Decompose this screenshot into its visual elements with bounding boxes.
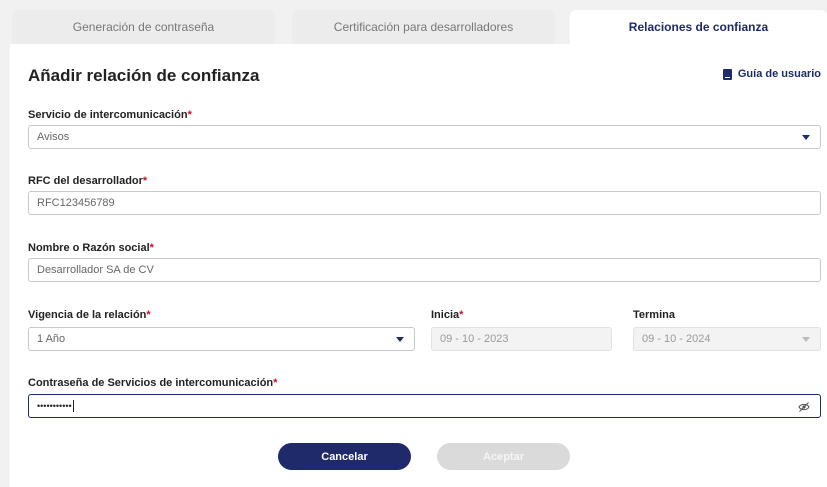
name-label: Nombre o Razón social* [28,242,154,254]
validity-select[interactable]: 1 Año [28,327,415,351]
book-icon [722,68,732,80]
required-mark: * [149,242,154,254]
accept-button[interactable]: Aceptar [437,443,570,470]
required-mark: * [142,175,148,187]
rfc-input[interactable]: RFC123456789 [28,191,821,215]
tab-label: Generación de contraseña [72,20,215,34]
validity-label: Vigencia de la relación* [28,309,151,321]
end-date-select: 09 - 10 - 2024 [633,327,821,351]
password-label: Contraseña de Servicios de intercomunica… [28,377,278,389]
user-guide-link[interactable]: Guía de usuario [722,68,821,80]
name-value: Desarrollador SA de CV [37,264,154,276]
password-input[interactable]: ••••••••••• [28,394,821,418]
service-label: Servicio de intercomunicación* [28,109,192,121]
tab-label: Relaciones de confianza [628,20,769,34]
page-title: Añadir relación de confianza [28,66,260,85]
rfc-value: RFC123456789 [37,197,115,209]
required-mark: * [459,309,464,321]
tab-label: Certificación para desarrolladores [333,20,514,34]
tab-trust-relationships[interactable]: Relaciones de confianza [570,10,827,44]
form-panel: Añadir relación de confianza Guía de usu… [10,44,827,487]
chevron-down-icon [802,135,810,140]
service-value: Avisos [37,131,70,143]
user-guide-label: Guía de usuario [737,68,821,80]
service-select[interactable]: Avisos [28,125,821,149]
end-date-value: 09 - 10 - 2024 [642,333,711,345]
end-label: Termina [633,309,675,321]
start-date-field: 09 - 10 - 2023 [431,327,612,351]
password-value: ••••••••••• [37,401,72,411]
start-date-value: 09 - 10 - 2023 [440,333,509,345]
cancel-button[interactable]: Cancelar [278,443,411,470]
chevron-down-icon [396,337,404,342]
tab-bar: Generación de contraseña Certificación p… [0,0,827,44]
eye-off-icon[interactable] [798,401,810,413]
required-mark: * [146,309,151,321]
required-mark: * [187,109,192,121]
required-mark: * [273,377,278,389]
cancel-label: Cancelar [321,450,368,463]
rfc-label: RFC del desarrollador* [28,175,148,187]
tab-developer-certification[interactable]: Certificación para desarrolladores [292,10,555,44]
tab-password-generation[interactable]: Generación de contraseña [12,10,275,44]
start-label: Inicia* [431,309,464,321]
name-input[interactable]: Desarrollador SA de CV [28,258,821,282]
chevron-down-icon [802,337,810,342]
validity-value: 1 Año [37,333,66,345]
text-cursor [72,400,74,412]
accept-label: Aceptar [483,450,524,463]
